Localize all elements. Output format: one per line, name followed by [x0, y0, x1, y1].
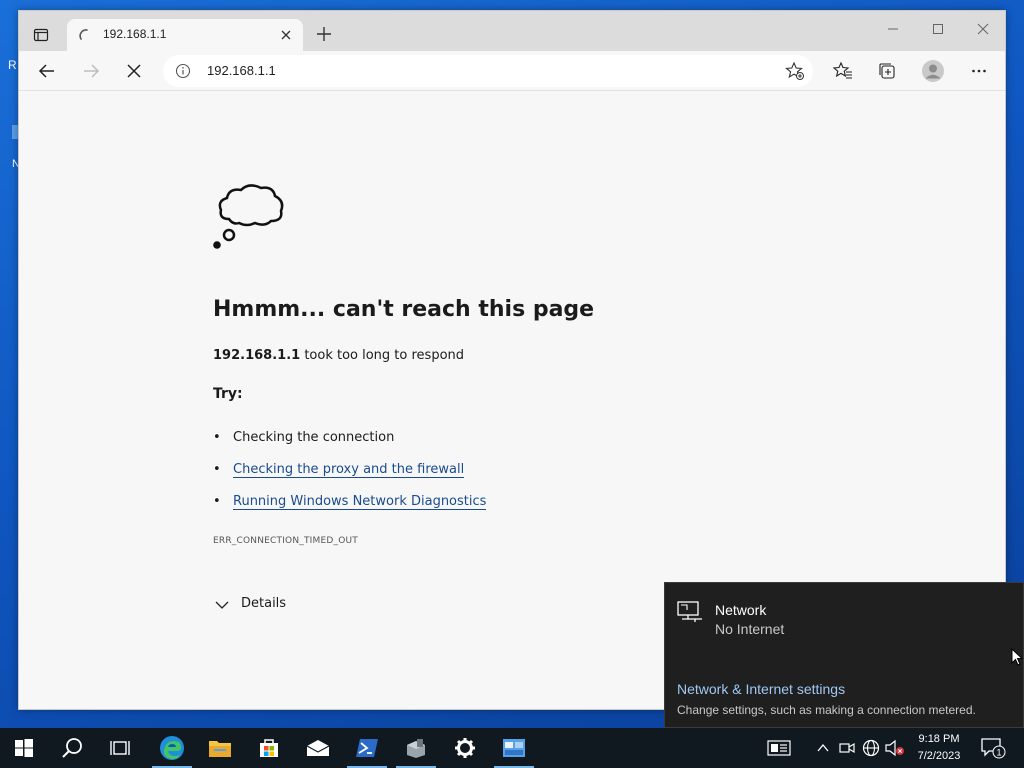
more-menu-button[interactable]	[967, 59, 991, 83]
stop-loading-button[interactable]	[122, 59, 146, 83]
taskbar-settings[interactable]	[441, 728, 489, 768]
clock-time: 9:18 PM	[918, 733, 960, 745]
desktop-shortcut-icon	[12, 125, 18, 139]
start-icon	[15, 739, 33, 757]
file-explorer-icon	[209, 741, 231, 757]
task-view-button[interactable]	[96, 728, 144, 768]
volume-button[interactable]	[885, 738, 905, 758]
taskbar-server-manager[interactable]	[392, 728, 440, 768]
network-settings-link[interactable]: Network & Internet settings	[677, 681, 845, 697]
back-button[interactable]	[35, 59, 59, 83]
new-tab-button[interactable]	[313, 23, 335, 45]
details-label: Details	[241, 596, 287, 611]
maximize-icon	[933, 24, 943, 34]
error-host: 192.168.1.1	[213, 348, 301, 363]
desktop-icon-partial[interactable]: N	[0, 120, 20, 180]
thought-cloud-icon	[213, 184, 284, 249]
taskbar-file-explorer[interactable]	[196, 728, 244, 768]
bullet: •	[213, 462, 221, 477]
close-icon	[281, 30, 291, 40]
taskbar-mail[interactable]	[294, 728, 342, 768]
proxy-firewall-link[interactable]: Checking the proxy and the firewall	[233, 462, 465, 478]
tab-actions-icon	[33, 28, 49, 42]
minimize-button[interactable]	[881, 17, 905, 41]
suggestion-text: Checking the connection	[233, 430, 395, 445]
taskbar-control-panel[interactable]	[490, 728, 538, 768]
error-message: 192.168.1.1 took too long to respond	[213, 348, 464, 363]
mouse-cursor-icon	[1011, 648, 1023, 666]
maximize-button[interactable]	[926, 17, 950, 41]
camera-icon	[839, 742, 855, 754]
error-title: Hmmm... can't reach this page	[213, 297, 595, 322]
volume-muted-icon	[885, 739, 904, 757]
bullet: •	[213, 494, 221, 509]
ethernet-network-icon	[677, 601, 702, 622]
favorites-button[interactable]	[831, 59, 855, 83]
store-icon	[260, 739, 278, 757]
forward-button[interactable]	[79, 59, 103, 83]
network-status: No Internet	[715, 621, 785, 637]
error-code: ERR_CONNECTION_TIMED_OUT	[213, 536, 358, 546]
powershell-icon	[356, 739, 378, 757]
task-view-icon	[110, 741, 130, 755]
show-hidden-icons-button[interactable]	[813, 738, 833, 758]
edge-icon	[160, 736, 184, 760]
network-tray-button[interactable]	[861, 738, 881, 758]
error-message-text: took too long to respond	[300, 348, 465, 363]
server-manager-icon	[407, 739, 425, 758]
close-icon	[977, 23, 989, 35]
collections-icon	[879, 63, 895, 79]
avatar-icon	[922, 60, 944, 82]
globe-icon	[862, 739, 880, 757]
network-settings-description: Change settings, such as making a connec…	[677, 703, 976, 717]
search-button[interactable]	[48, 728, 96, 768]
search-icon	[62, 738, 82, 758]
collections-button[interactable]	[875, 59, 899, 83]
start-button[interactable]	[0, 728, 48, 768]
stop-icon	[127, 64, 141, 78]
notification-icon: 1	[981, 738, 1006, 759]
tab-title: 192.168.1.1	[103, 27, 167, 41]
network-diagnostics-link[interactable]: Running Windows Network Diagnostics	[233, 494, 487, 510]
add-favorite-icon[interactable]	[785, 61, 805, 81]
settings-icon	[455, 738, 475, 758]
back-arrow-icon	[38, 64, 54, 78]
network-name[interactable]: Network	[715, 602, 766, 618]
loading-spinner-icon	[79, 29, 88, 40]
try-heading: Try:	[213, 386, 243, 402]
tab-strip: 192.168.1.1	[19, 11, 1005, 51]
network-flyout: Network No Internet Network & Internet s…	[664, 582, 1024, 728]
favorites-icon	[833, 61, 852, 79]
action-center-button[interactable]: 1	[980, 736, 1006, 760]
forward-arrow-icon	[84, 64, 100, 78]
mail-icon	[306, 740, 330, 756]
taskbar-edge[interactable]	[148, 728, 196, 768]
profile-button[interactable]	[921, 59, 945, 83]
url-text[interactable]: 192.168.1.1	[207, 63, 276, 78]
minimize-icon	[888, 28, 898, 30]
notification-count: 1	[996, 748, 1001, 758]
info-icon[interactable]	[175, 63, 191, 79]
more-icon	[972, 69, 986, 73]
clock-date: 7/2/2023	[917, 750, 961, 762]
control-panel-icon	[503, 739, 525, 757]
plus-icon	[317, 27, 331, 41]
news-widget-button[interactable]	[767, 738, 791, 758]
tab-actions-button[interactable]	[29, 23, 53, 47]
window-close-button[interactable]	[971, 17, 995, 41]
browser-tab[interactable]: 192.168.1.1	[67, 19, 303, 51]
address-bar[interactable]: 192.168.1.1	[163, 55, 813, 87]
desktop-label: R	[8, 58, 17, 72]
browser-toolbar: 192.168.1.1	[19, 51, 1005, 91]
tab-close-button[interactable]	[277, 26, 295, 44]
chevron-down-icon	[215, 601, 229, 609]
meet-now-button[interactable]	[837, 738, 857, 758]
taskbar-powershell[interactable]	[343, 728, 391, 768]
taskbar-clock[interactable]: 9:18 PM 7/2/2023	[910, 731, 968, 765]
taskbar: 9:18 PM 7/2/2023 1	[0, 728, 1024, 768]
taskbar-store[interactable]	[245, 728, 293, 768]
news-icon	[767, 740, 791, 756]
bullet: •	[213, 430, 221, 445]
chevron-up-icon	[817, 744, 829, 752]
